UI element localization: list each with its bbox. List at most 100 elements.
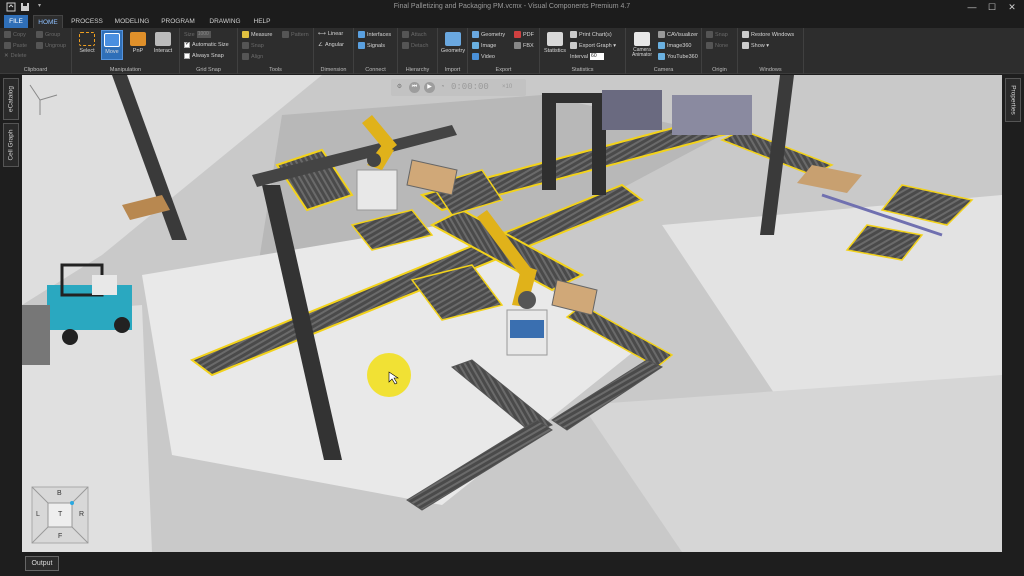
tab-process[interactable]: PROCESS xyxy=(68,15,106,28)
origin-snap-button[interactable]: Snap xyxy=(706,31,728,38)
maximize-button[interactable]: ☐ xyxy=(986,1,998,13)
delete-button[interactable]: ✕ Delete xyxy=(4,53,27,59)
group-button[interactable]: Group xyxy=(36,31,60,38)
sim-speed[interactable]: ×10 xyxy=(502,84,512,90)
pnp-button[interactable]: PnP xyxy=(127,30,149,60)
tab-drawing[interactable]: DRAWING xyxy=(204,15,246,28)
interfaces-button[interactable]: Interfaces xyxy=(358,31,391,38)
gantry xyxy=(542,95,556,190)
move-button[interactable]: Move xyxy=(101,30,123,60)
record-icon[interactable]: ◔ xyxy=(437,82,448,93)
close-button[interactable]: ✕ xyxy=(1006,1,1018,13)
machine xyxy=(672,95,752,135)
delete-icon: ✕ xyxy=(4,53,9,59)
always-snap-checkbox[interactable]: Always Snap xyxy=(184,53,224,59)
export-pdf-button[interactable]: PDF xyxy=(514,31,534,38)
navcube-left[interactable]: L xyxy=(36,511,40,518)
reset-button[interactable]: ⏮ xyxy=(409,82,420,93)
origin-none-button[interactable]: None xyxy=(706,42,728,49)
tab-program[interactable]: PROGRAM xyxy=(158,15,198,28)
copy-button[interactable]: Copy xyxy=(4,31,26,38)
detach-button[interactable]: Detach xyxy=(402,42,428,49)
play-button[interactable]: ▶ xyxy=(424,82,435,93)
tab-cell-graph[interactable]: Cell Graph xyxy=(3,123,19,167)
pnp-icon xyxy=(130,32,146,46)
dimension-group: ⟷ Linear ∠ Angular Dimension xyxy=(314,28,354,74)
cavisualizer-icon xyxy=(658,31,665,38)
tab-output[interactable]: Output xyxy=(25,556,59,571)
youtube360-button[interactable]: YouTube360 xyxy=(658,53,698,60)
statistics-button[interactable]: Statistics xyxy=(542,30,568,60)
linear-button[interactable]: ⟷ Linear xyxy=(318,31,343,37)
angular-button[interactable]: ∠ Angular xyxy=(318,42,344,48)
simulation-controls: ⚙ ⏮ ▶ ◔ 0:00:00 ×10 xyxy=(391,79,526,96)
print-chart-button[interactable]: Print Chart(s) xyxy=(570,31,612,38)
statistics-label: Statistics xyxy=(571,67,594,73)
angular-icon: ∠ xyxy=(318,42,323,48)
menu-tabs: FILE HOME PROCESS MODELING PROGRAM DRAWI… xyxy=(0,15,1024,28)
tab-ecatalog[interactable]: eCatalog xyxy=(3,78,19,120)
navcube-front[interactable]: F xyxy=(58,533,62,540)
attach-button[interactable]: Attach xyxy=(402,31,427,38)
export-fbx-button[interactable]: FBX xyxy=(514,42,534,49)
hand-icon xyxy=(155,32,171,46)
navcube-top[interactable]: T xyxy=(58,511,62,518)
measure-button[interactable]: Measure xyxy=(242,31,272,38)
tab-home[interactable]: HOME xyxy=(33,15,63,28)
interval-field[interactable]: Interval 60 xyxy=(570,53,605,60)
checkbox-icon xyxy=(184,53,190,59)
align-button[interactable]: Align xyxy=(242,53,263,60)
hierarchy-label: Hierarchy xyxy=(405,67,430,73)
snap-button[interactable]: Snap xyxy=(242,42,264,49)
machine xyxy=(602,90,662,130)
camera-label: Camera xyxy=(653,67,674,73)
image360-button[interactable]: Image360 xyxy=(658,42,691,49)
export-geometry-button[interactable]: Geometry xyxy=(472,31,505,38)
left-panel: eCatalog Cell Graph xyxy=(0,75,22,552)
windows-group: Restore Windows Show ▾ Windows xyxy=(738,28,804,74)
export-video-button[interactable]: Video xyxy=(472,53,495,60)
tab-modeling[interactable]: MODELING xyxy=(110,15,154,28)
printer-icon xyxy=(570,31,577,38)
align-icon xyxy=(242,53,249,60)
ungroup-button[interactable]: Ungroup xyxy=(36,42,66,49)
floor-zone xyxy=(582,375,1002,552)
tab-properties[interactable]: Properties xyxy=(1005,78,1021,122)
tab-file[interactable]: FILE xyxy=(4,15,28,28)
connect-group: Interfaces Signals Connect xyxy=(354,28,398,74)
3d-viewport[interactable]: ⚙ ⏮ ▶ ◔ 0:00:00 ×10 B L T R F xyxy=(22,75,1002,552)
paste-button[interactable]: Paste xyxy=(4,42,27,49)
statistics-icon xyxy=(547,32,563,46)
ungroup-icon xyxy=(36,42,43,49)
export-image-button[interactable]: Image xyxy=(472,42,496,49)
pattern-button[interactable]: Pattern xyxy=(282,31,309,38)
factory-scene[interactable] xyxy=(22,75,1002,552)
import-geometry-button[interactable]: Geometry xyxy=(440,30,466,60)
show-windows-button[interactable]: Show ▾ xyxy=(742,42,769,49)
camera-icon xyxy=(634,32,650,46)
move-icon xyxy=(104,33,120,47)
navcube-back[interactable]: B xyxy=(57,490,62,497)
signals-button[interactable]: Signals xyxy=(358,42,385,49)
image-icon xyxy=(472,42,479,49)
measure-icon xyxy=(242,31,249,38)
origin-group: Snap None Origin xyxy=(702,28,738,74)
navigation-cube[interactable]: B L T R F xyxy=(30,485,90,545)
tab-help[interactable]: HELP xyxy=(250,15,274,28)
signals-icon xyxy=(358,42,365,49)
select-button[interactable]: Select xyxy=(76,30,98,60)
navcube-right[interactable]: R xyxy=(79,511,84,518)
export-graph-button[interactable]: Export Graph ▾ xyxy=(570,42,616,49)
grid-size-field[interactable]: Size 1000 xyxy=(184,31,211,38)
tools-group: Measure Pattern Snap Align Tools xyxy=(238,28,314,74)
interact-button[interactable]: Interact xyxy=(152,30,174,60)
camera-animator-button[interactable]: Camera Animator xyxy=(628,30,656,60)
minimize-button[interactable]: — xyxy=(966,1,978,13)
fbx-icon xyxy=(514,42,521,49)
title-bar: ▾ Final Palletizing and Packaging PM.vcm… xyxy=(0,0,1024,15)
automatic-size-checkbox[interactable]: Automatic Size xyxy=(184,40,229,48)
gear-icon[interactable]: ⚙ xyxy=(394,82,405,93)
restore-windows-button[interactable]: Restore Windows xyxy=(742,31,794,38)
image360-icon xyxy=(658,42,665,49)
cavisualizer-button[interactable]: CAVisualizer xyxy=(658,31,698,38)
